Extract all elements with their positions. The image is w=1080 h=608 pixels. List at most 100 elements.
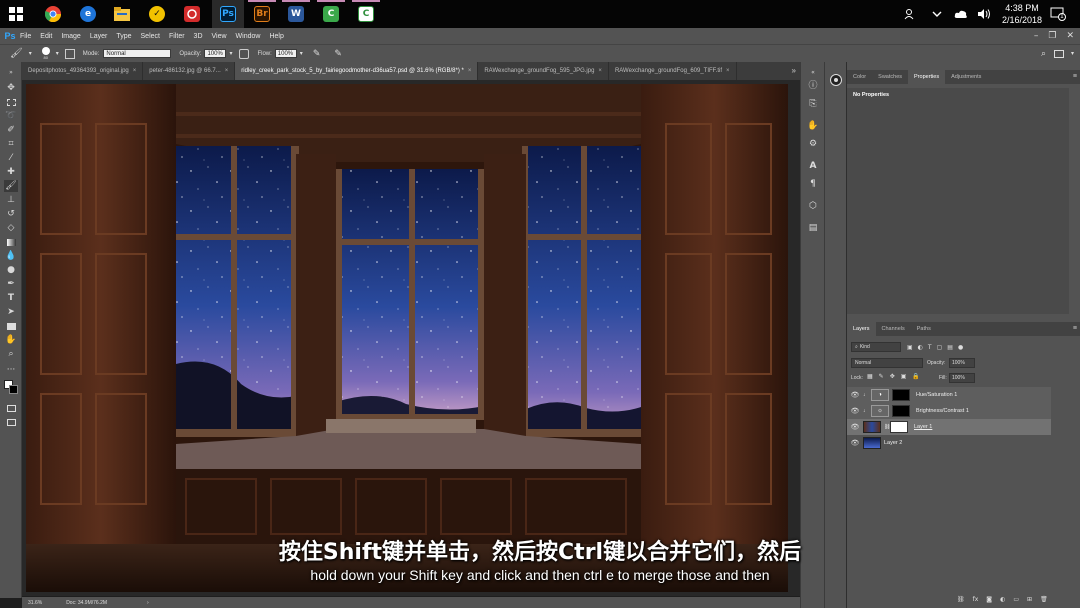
- tab-adjustments[interactable]: Adjustments: [945, 70, 987, 84]
- screen-mode-icon[interactable]: [4, 416, 18, 428]
- color-swatches[interactable]: [4, 380, 18, 396]
- status-menu-icon[interactable]: ›: [147, 600, 149, 606]
- history-icon[interactable]: ⎘: [807, 98, 819, 110]
- filter-toggle-icon[interactable]: ●: [958, 344, 963, 351]
- 3d-icon[interactable]: ⬡: [807, 200, 819, 212]
- fx-icon[interactable]: fx: [973, 596, 979, 603]
- menu-select[interactable]: Select: [141, 33, 160, 40]
- layer-name[interactable]: Layer 2: [884, 440, 902, 446]
- hand-tool-icon[interactable]: ✋: [4, 334, 18, 346]
- windows-start-icon[interactable]: [2, 2, 30, 26]
- link-layers-icon[interactable]: ⛓: [957, 596, 965, 603]
- history-brush-tool-icon[interactable]: ↺: [4, 208, 18, 220]
- move-tool-icon[interactable]: ✥: [4, 82, 18, 94]
- eye-icon[interactable]: 👁: [847, 391, 863, 399]
- tab-paths[interactable]: Paths: [911, 322, 937, 336]
- libraries-icon[interactable]: ▤: [807, 222, 819, 234]
- photoshop-taskbar-icon[interactable]: Ps: [212, 0, 244, 28]
- bridge-taskbar-icon[interactable]: Br: [248, 2, 276, 26]
- edge-icon[interactable]: e: [74, 2, 102, 26]
- menu-help[interactable]: Help: [269, 33, 283, 40]
- tabs-overflow-icon[interactable]: »: [792, 62, 796, 80]
- tab-channels[interactable]: Channels: [876, 322, 911, 336]
- app-red-icon[interactable]: [178, 2, 206, 26]
- layer-row[interactable]: 👁 ↓ ◑ Hue/Saturation 1: [847, 387, 1051, 403]
- new-group-icon[interactable]: ▭: [1013, 596, 1019, 603]
- brush-tool-icon[interactable]: 🖌: [10, 48, 23, 59]
- layer-opacity-field[interactable]: 100%: [949, 358, 975, 368]
- brush-tool-icon[interactable]: 🖌: [4, 180, 18, 192]
- opacity-field[interactable]: 100%: [204, 49, 227, 58]
- brush-settings-icon[interactable]: ⚙: [807, 138, 819, 150]
- cloud-icon[interactable]: [954, 0, 968, 28]
- tool-presets-icon[interactable]: ✋: [807, 120, 819, 132]
- more-tools-icon[interactable]: ···: [4, 364, 18, 376]
- info-icon[interactable]: ⓘ: [807, 78, 819, 91]
- smart-object-filter-icon[interactable]: ▤: [947, 344, 953, 351]
- airbrush-icon[interactable]: ✎: [313, 48, 321, 59]
- layer-name[interactable]: Brightness/Contrast 1: [916, 408, 969, 414]
- tab-properties[interactable]: Properties: [908, 70, 946, 84]
- layer-mask-thumb[interactable]: [892, 405, 910, 417]
- fill-field[interactable]: 100%: [949, 373, 975, 383]
- new-adjustment-icon[interactable]: ◐: [1000, 596, 1005, 603]
- layer-mask-thumb[interactable]: [892, 389, 910, 401]
- eraser-tool-icon[interactable]: ◇: [4, 222, 18, 234]
- shape-filter-icon[interactable]: ▢: [937, 344, 943, 351]
- add-mask-icon[interactable]: ◙: [986, 596, 992, 603]
- tab-layers[interactable]: Layers: [847, 322, 876, 336]
- layer-mask-thumb[interactable]: [890, 421, 908, 433]
- lock-transparent-icon[interactable]: ▦: [867, 373, 873, 380]
- layer-row-selected[interactable]: 👁 ⛓ Layer 1: [847, 419, 1051, 435]
- pressure-size-icon[interactable]: ✎: [334, 48, 342, 59]
- lasso-tool-icon[interactable]: ➰: [4, 110, 18, 122]
- menu-edit[interactable]: Edit: [40, 33, 52, 40]
- crop-tool-icon[interactable]: ⌗: [4, 138, 18, 150]
- menu-file[interactable]: File: [20, 33, 31, 40]
- maximize-icon[interactable]: ❐: [1048, 31, 1056, 41]
- word-taskbar-icon[interactable]: W: [282, 2, 310, 26]
- clone-stamp-tool-icon[interactable]: ⊥: [4, 194, 18, 206]
- eye-icon[interactable]: 👁: [847, 439, 863, 447]
- layer-filter-select[interactable]: ⌕ Kind: [851, 342, 901, 352]
- marquee-tool-icon[interactable]: [4, 96, 18, 108]
- dropdown-arrow-icon[interactable]: ▾: [1071, 50, 1074, 57]
- eye-icon[interactable]: 👁: [847, 423, 863, 431]
- menu-layer[interactable]: Layer: [90, 33, 108, 40]
- lock-all-icon[interactable]: 🔒: [912, 373, 919, 380]
- norton-icon[interactable]: ✓: [143, 2, 171, 26]
- zoom-level[interactable]: 31.6%: [28, 600, 42, 606]
- new-layer-icon[interactable]: ⊞: [1027, 596, 1032, 603]
- close-icon[interactable]: ✕: [1066, 31, 1074, 41]
- camtasia-taskbar-icon[interactable]: C: [317, 2, 345, 26]
- gradient-tool-icon[interactable]: [4, 236, 18, 248]
- tab-document[interactable]: peter-486132.jpg @ 66.7... ×: [143, 62, 236, 80]
- camtasia-recorder-taskbar-icon[interactable]: C: [352, 2, 380, 26]
- brush-preset-picker[interactable]: 80: [41, 47, 50, 60]
- menu-image[interactable]: Image: [61, 33, 80, 40]
- search-icon[interactable]: ⌕: [1041, 48, 1046, 59]
- properties-scrollbar[interactable]: [1057, 88, 1069, 314]
- close-tab-icon[interactable]: ×: [133, 68, 137, 74]
- menu-window[interactable]: Window: [236, 33, 261, 40]
- quick-mask-icon[interactable]: [4, 402, 18, 414]
- healing-brush-tool-icon[interactable]: ✚: [4, 166, 18, 178]
- tab-color[interactable]: Color: [847, 70, 872, 84]
- notification-icon[interactable]: 1: [1050, 0, 1066, 28]
- pixel-filter-icon[interactable]: ▣: [907, 344, 913, 351]
- pressure-opacity-icon[interactable]: [239, 48, 250, 59]
- blend-mode-select[interactable]: Normal: [851, 358, 923, 368]
- workspace-icon[interactable]: [1054, 49, 1064, 58]
- brush-settings-icon[interactable]: [64, 48, 75, 59]
- character-icon[interactable]: A: [807, 160, 819, 172]
- mode-select[interactable]: Normal: [103, 49, 172, 58]
- layer-row[interactable]: 👁 Layer 2: [847, 435, 1051, 451]
- layer-name[interactable]: Layer 1: [914, 424, 932, 430]
- volume-icon[interactable]: [977, 0, 991, 28]
- menu-view[interactable]: View: [212, 33, 227, 40]
- blur-tool-icon[interactable]: 💧: [4, 250, 18, 262]
- menu-type[interactable]: Type: [116, 33, 131, 40]
- zoom-tool-icon[interactable]: ⌕: [4, 348, 18, 360]
- tab-document-active[interactable]: ridley_creek_park_stock_5_by_fairiegoodm…: [235, 62, 479, 80]
- panel-collapse-icon[interactable]: «: [807, 66, 819, 78]
